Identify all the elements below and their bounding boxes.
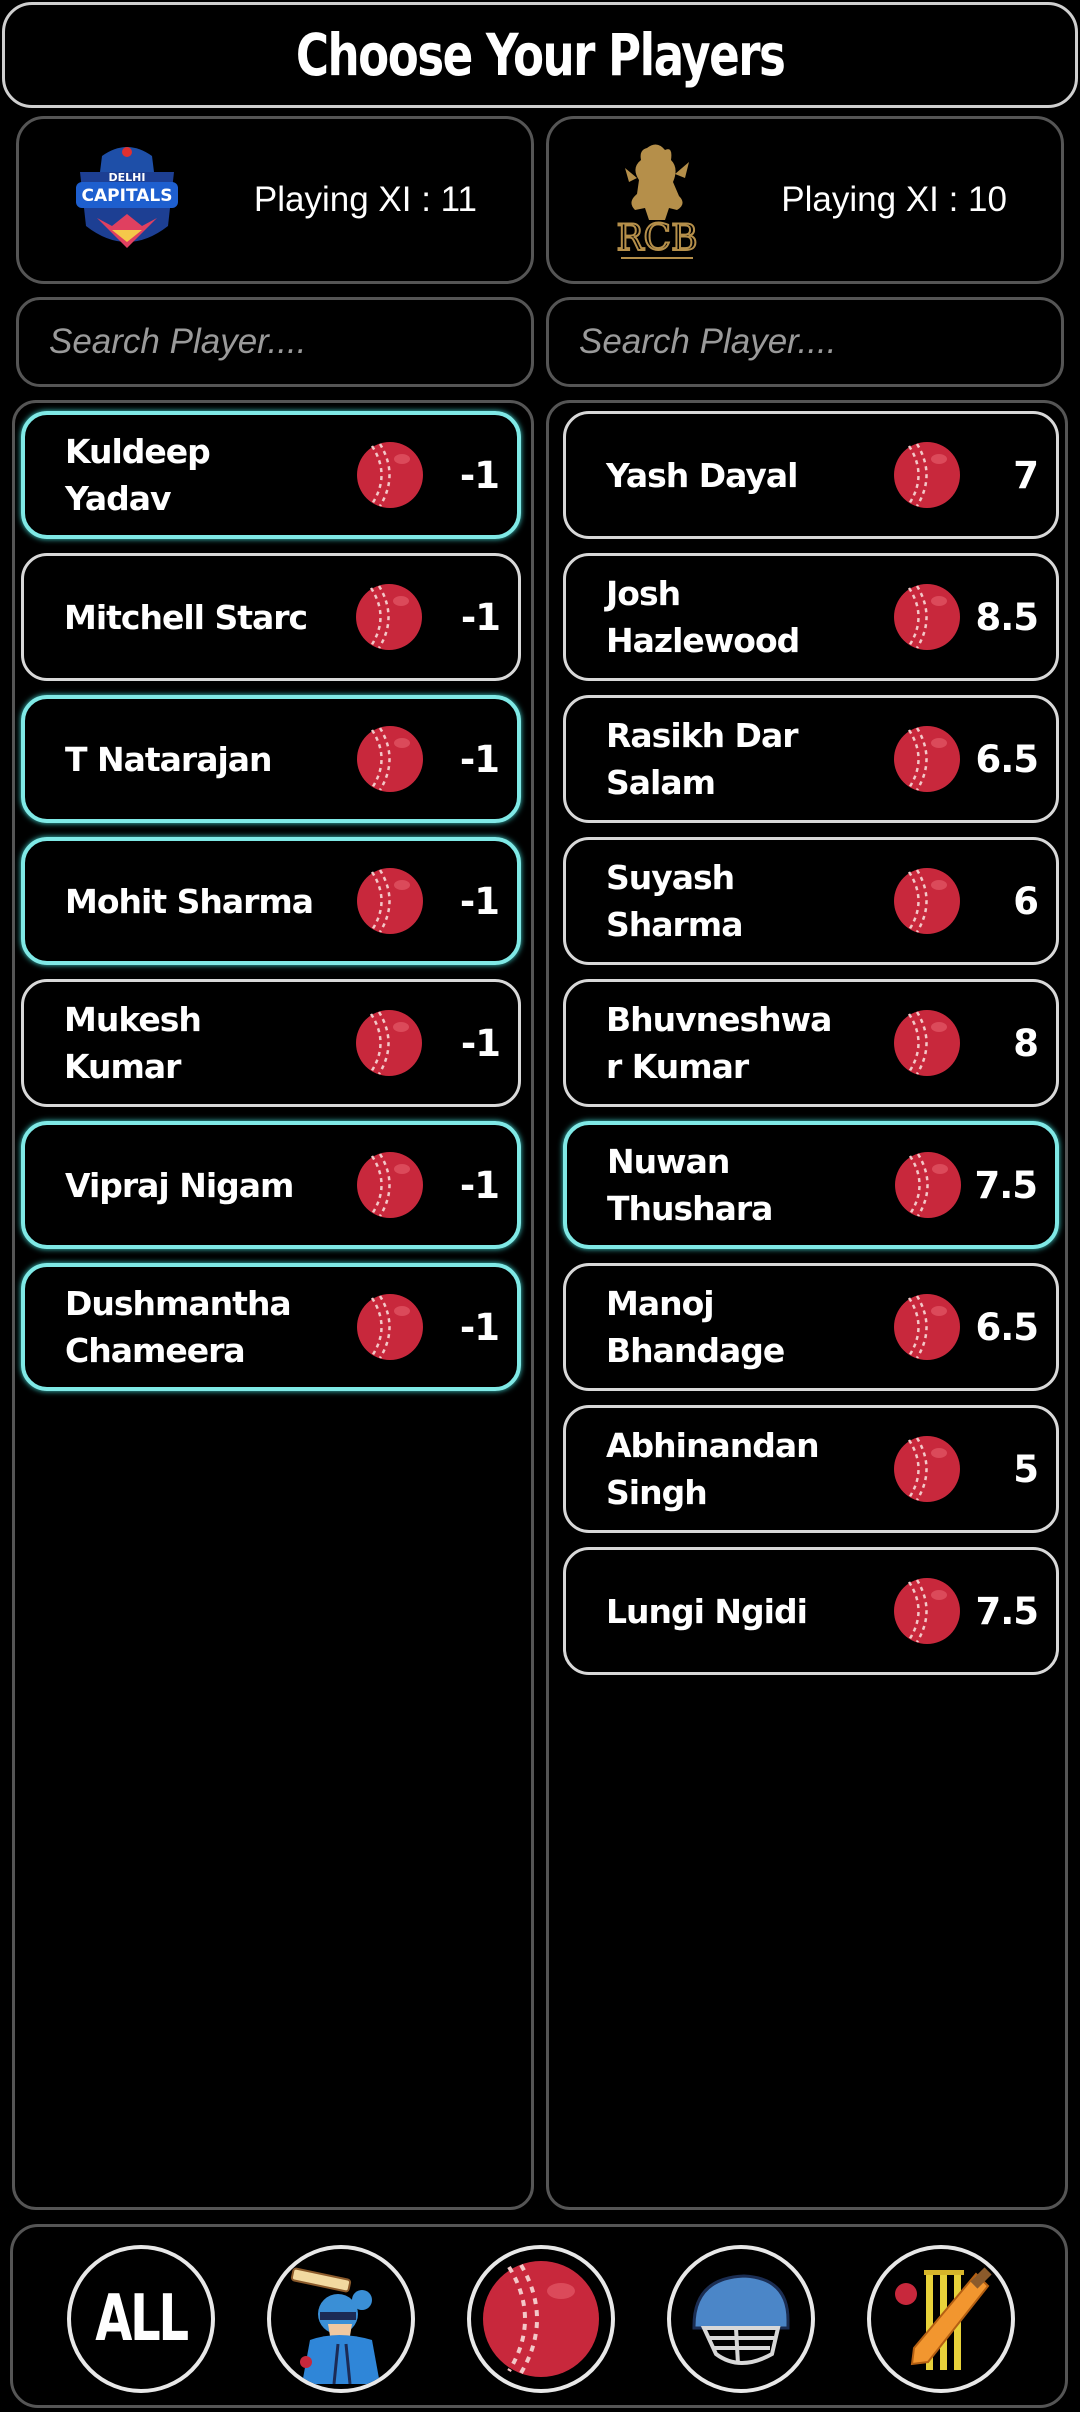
delhi-capitals-logo: DELHI CAPITALS xyxy=(67,135,187,265)
search-input[interactable] xyxy=(577,321,1017,363)
svg-text:CAPITALS: CAPITALS xyxy=(82,186,173,206)
team-card-rcb[interactable]: RCB Playing XI : 10 xyxy=(546,116,1064,284)
cricket-ball-icon xyxy=(892,1292,962,1362)
player-credit-value: 7.5 xyxy=(974,1163,1038,1207)
cricket-ball-icon xyxy=(892,440,962,510)
cricket-ball-icon xyxy=(892,866,962,936)
player-credit-value: -1 xyxy=(459,1163,500,1207)
player-card[interactable]: Suyash Sharma 6 xyxy=(563,837,1059,965)
player-name: Yash Dayal xyxy=(606,455,799,495)
helmet-icon xyxy=(692,2274,790,2365)
player-card[interactable]: Mukesh Kumar -1 xyxy=(21,979,521,1107)
player-name: Rasikh Dar Salam xyxy=(606,716,799,802)
player-name: Manoj Bhandage xyxy=(606,1284,785,1370)
cricket-ball-icon xyxy=(355,1150,425,1220)
player-credit-value: 6.5 xyxy=(975,1305,1039,1349)
cricket-ball-icon xyxy=(892,1008,962,1078)
player-card[interactable]: Mohit Sharma -1 xyxy=(21,837,521,965)
player-credit-value: -1 xyxy=(460,1021,501,1065)
player-card[interactable]: Kuldeep Yadav -1 xyxy=(21,411,521,539)
player-card[interactable]: Josh Hazlewood 8.5 xyxy=(563,553,1059,681)
cricket-ball-icon xyxy=(892,724,962,794)
filter-bowler-button[interactable] xyxy=(467,2245,615,2393)
cricket-ball-icon xyxy=(892,582,962,652)
filter-all-label: ALL xyxy=(95,2282,189,2356)
player-credit-value: 8 xyxy=(1013,1021,1039,1065)
player-name: Kuldeep Yadav xyxy=(65,432,211,518)
cricket-ball-icon xyxy=(354,582,424,652)
player-card[interactable]: Vipraj Nigam -1 xyxy=(21,1121,521,1249)
search-input[interactable] xyxy=(47,321,487,363)
page-title: Choose Your Players xyxy=(295,21,786,89)
playing-xi-count: Playing XI : 11 xyxy=(253,180,477,219)
cricket-ball-icon xyxy=(892,1576,962,1646)
cricket-ball-icon xyxy=(355,724,425,794)
player-list-team-1[interactable]: Kuldeep Yadav -1 Mitchell Starc -1 T Nataraj… xyxy=(12,400,534,2210)
player-name: Mitchell Starc xyxy=(64,597,308,637)
player-card[interactable]: Bhuvneshwar Kumar 8 xyxy=(563,979,1059,1107)
playing-xi-count: Playing XI : 10 xyxy=(781,180,1007,219)
cricket-ball-icon xyxy=(355,866,425,936)
player-credit-value: -1 xyxy=(459,737,500,781)
player-card[interactable]: Abhinandan Singh 5 xyxy=(563,1405,1059,1533)
svg-text:RCB: RCB xyxy=(616,218,697,259)
player-credit-value: 6.5 xyxy=(975,737,1039,781)
player-name: Vipraj Nigam xyxy=(65,1165,294,1205)
player-name: Nuwan Thushara xyxy=(607,1142,773,1228)
player-name: Lungi Ngidi xyxy=(606,1591,808,1631)
cricket-ball-icon xyxy=(892,1434,962,1504)
player-credit-value: 5 xyxy=(1013,1447,1039,1491)
player-card[interactable]: Nuwan Thushara 7.5 xyxy=(563,1121,1059,1249)
player-card[interactable]: Dushmantha Chameera -1 xyxy=(21,1263,521,1391)
cricket-ball-icon xyxy=(354,1008,424,1078)
player-name: T Natarajan xyxy=(65,739,273,779)
rcb-logo: RCB xyxy=(597,135,717,265)
role-filter-bar: ALL xyxy=(10,2224,1068,2408)
filter-batter-button[interactable] xyxy=(267,2245,415,2393)
player-name: Suyash Sharma xyxy=(606,858,743,944)
batter-icon xyxy=(290,2267,380,2384)
cricket-ball-icon xyxy=(355,440,425,510)
page-title-bar: Choose Your Players xyxy=(2,2,1078,108)
cricket-ball-icon xyxy=(893,1150,963,1220)
player-list-team-2[interactable]: Yash Dayal 7 Josh Hazlewood 8.5 Rasikh Dar S… xyxy=(546,400,1068,2210)
cricket-ball-icon xyxy=(483,2261,599,2377)
filter-allrounder-button[interactable] xyxy=(867,2245,1015,2393)
player-card[interactable]: T Natarajan -1 xyxy=(21,695,521,823)
player-card[interactable]: Manoj Bhandage 6.5 xyxy=(563,1263,1059,1391)
team-card-delhi-capitals[interactable]: DELHI CAPITALS Playing XI : 11 xyxy=(16,116,534,284)
player-name: Josh Hazlewood xyxy=(606,574,800,660)
player-name: Mukesh Kumar xyxy=(64,1000,202,1086)
player-credit-value: -1 xyxy=(459,879,500,923)
player-name: Bhuvneshwar Kumar xyxy=(606,1000,832,1086)
player-name: Mohit Sharma xyxy=(65,881,314,921)
player-card[interactable]: Mitchell Starc -1 xyxy=(21,553,521,681)
player-credit-value: -1 xyxy=(459,1305,500,1349)
bat-stumps-icon xyxy=(895,2267,992,2370)
player-name: Dushmantha Chameera xyxy=(65,1284,292,1370)
player-credit-value: 6 xyxy=(1013,879,1039,923)
player-card[interactable]: Rasikh Dar Salam 6.5 xyxy=(563,695,1059,823)
player-credit-value: 7.5 xyxy=(975,1589,1039,1633)
search-field-team-2[interactable] xyxy=(546,297,1064,387)
player-name: Abhinandan Singh xyxy=(606,1426,820,1512)
player-credit-value: -1 xyxy=(459,453,500,497)
player-card[interactable]: Lungi Ngidi 7.5 xyxy=(563,1547,1059,1675)
player-credit-value: -1 xyxy=(460,595,501,639)
cricket-ball-icon xyxy=(355,1292,425,1362)
filter-all-button[interactable]: ALL xyxy=(67,2245,215,2393)
filter-wicketkeeper-button[interactable] xyxy=(667,2245,815,2393)
player-card[interactable]: Yash Dayal 7 xyxy=(563,411,1059,539)
player-credit-value: 8.5 xyxy=(975,595,1039,639)
search-field-team-1[interactable] xyxy=(16,297,534,387)
player-credit-value: 7 xyxy=(1013,453,1039,497)
svg-text:DELHI: DELHI xyxy=(109,171,146,184)
